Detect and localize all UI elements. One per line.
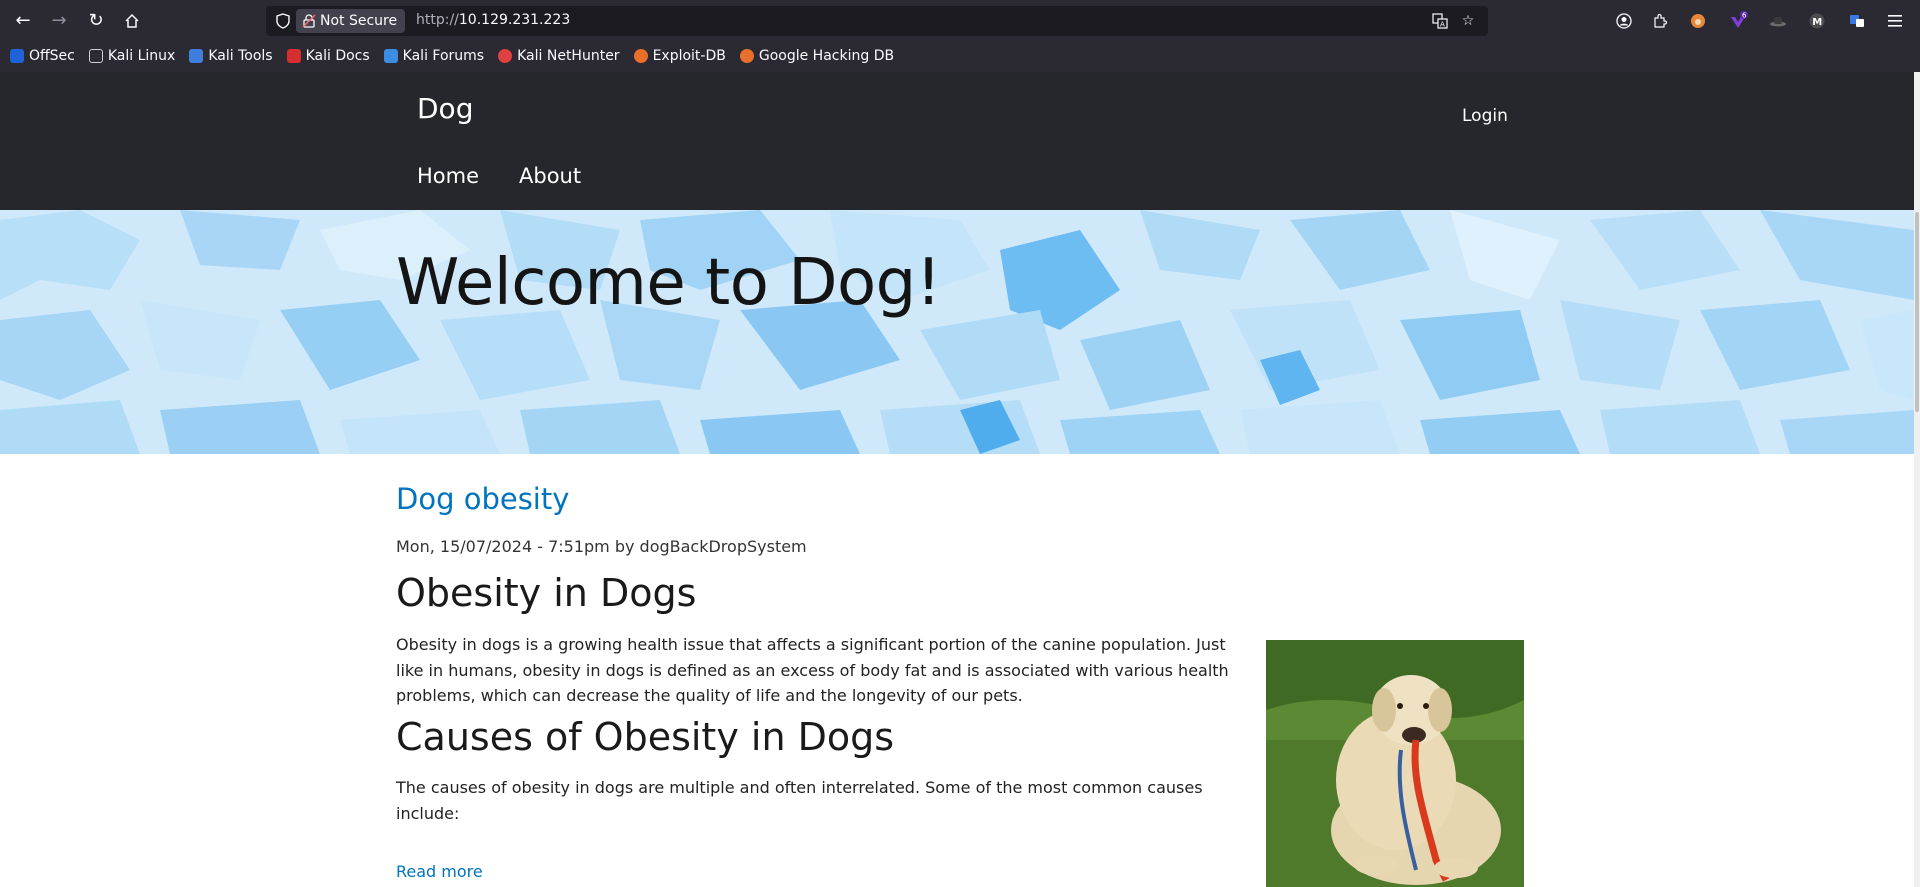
nethunter-icon	[498, 49, 513, 63]
insecure-lock-icon	[302, 14, 316, 28]
nav-home-link[interactable]: Home	[417, 164, 479, 188]
shield-icon[interactable]	[274, 12, 292, 30]
account-icon[interactable]	[1612, 9, 1636, 33]
not-secure-label: Not Secure	[320, 13, 398, 29]
hero-banner: Welcome to Dog!	[0, 210, 1914, 454]
bookmark-kali-linux[interactable]: Kali Linux	[88, 48, 176, 64]
foxyproxy-icon[interactable]	[1686, 9, 1710, 33]
ghdb-icon	[739, 49, 754, 63]
offsec-icon	[10, 49, 24, 63]
back-arrow-icon[interactable]: ←	[11, 9, 35, 33]
bookmark-kali-tools[interactable]: Kali Tools	[189, 48, 273, 64]
login-link[interactable]: Login	[1462, 106, 1508, 126]
kali-dragon-icon	[88, 49, 103, 63]
article-meta: Mon, 15/07/2024 - 7:51pm by dogBackDropS…	[396, 537, 807, 556]
kali-tools-icon	[189, 49, 204, 63]
m-extension-icon[interactable]: M	[1805, 9, 1829, 33]
hamburger-menu-icon[interactable]	[1883, 9, 1907, 33]
bookmark-label: Kali Tools	[208, 48, 273, 64]
kali-forums-icon	[383, 49, 398, 63]
bookmark-kali-forums[interactable]: Kali Forums	[383, 48, 485, 64]
bookmark-kali-docs[interactable]: Kali Docs	[286, 48, 370, 64]
bookmark-kali-nethunter[interactable]: Kali NetHunter	[498, 48, 620, 64]
bookmark-label: OffSec	[29, 48, 75, 64]
web-page: Dog Login Home About Welcome to Dog! Dog…	[0, 72, 1920, 887]
browser-chrome: ← → ↻ Not Secure http://10.129.231.223 A…	[0, 0, 1920, 72]
browser-toolbar: ← → ↻ Not Secure http://10.129.231.223 A…	[0, 0, 1920, 42]
bookmark-label: Google Hacking DB	[758, 48, 895, 64]
bookmark-offsec[interactable]: OffSec	[10, 48, 75, 64]
site-header: Dog Login Home About	[0, 72, 1914, 210]
bookmark-label: Exploit-DB	[652, 48, 726, 64]
bookmark-label: Kali Forums	[402, 48, 485, 64]
scrollbar-thumb[interactable]	[1915, 212, 1919, 412]
hat-extension-icon[interactable]	[1766, 9, 1790, 33]
read-more-link[interactable]: Read more	[396, 862, 483, 881]
url-host: 10.129.231.223	[458, 12, 571, 28]
home-icon[interactable]	[120, 9, 144, 33]
svg-text:M: M	[1812, 17, 1822, 28]
extensions-puzzle-icon[interactable]	[1648, 9, 1672, 33]
translator-extension-icon[interactable]	[1845, 9, 1869, 33]
svg-text:A: A	[1440, 21, 1445, 29]
bookmark-label: Kali NetHunter	[517, 48, 620, 64]
bookmark-google-hacking-db[interactable]: Google Hacking DB	[739, 48, 895, 64]
translate-icon[interactable]: A	[1431, 12, 1449, 30]
article-heading-causes: Causes of Obesity in Dogs	[396, 715, 895, 759]
hero-title: Welcome to Dog!	[396, 246, 941, 320]
reload-icon[interactable]: ↻	[84, 9, 108, 33]
page-scrollbar[interactable]	[1914, 72, 1920, 887]
wappalyzer-icon[interactable]: 6	[1726, 9, 1750, 33]
not-secure-badge[interactable]: Not Secure	[296, 9, 406, 33]
article-paragraph-1: Obesity in dogs is a growing health issu…	[396, 635, 1229, 705]
nav-about-link[interactable]: About	[519, 164, 581, 188]
extension-badge-count: 6	[1742, 12, 1747, 20]
forward-arrow-icon[interactable]: →	[47, 9, 71, 33]
article-title-link[interactable]: Dog obesity	[396, 482, 569, 516]
article-dog-image	[1266, 640, 1524, 887]
site-name-link[interactable]: Dog	[417, 92, 473, 125]
bookmark-label: Kali Docs	[305, 48, 370, 64]
url-protocol: http://	[416, 12, 459, 28]
article-heading-obesity: Obesity in Dogs	[396, 571, 697, 615]
exploit-db-icon	[633, 49, 648, 63]
bookmark-exploit-db[interactable]: Exploit-DB	[633, 48, 726, 64]
url-bar[interactable]: Not Secure http://10.129.231.223 A ☆	[266, 6, 1488, 36]
bookmark-label: Kali Linux	[107, 48, 176, 64]
bookmark-star-icon[interactable]: ☆	[1459, 12, 1477, 30]
kali-docs-icon	[286, 49, 301, 63]
hero-camo-pattern	[0, 210, 1914, 454]
article-paragraph-2: The causes of obesity in dogs are multip…	[396, 778, 1203, 823]
url-text[interactable]: http://10.129.231.223	[416, 12, 570, 28]
bookmarks-toolbar: OffSec Kali Linux Kali Tools Kali Docs K…	[0, 45, 1920, 67]
main-nav: Home About	[417, 164, 581, 188]
